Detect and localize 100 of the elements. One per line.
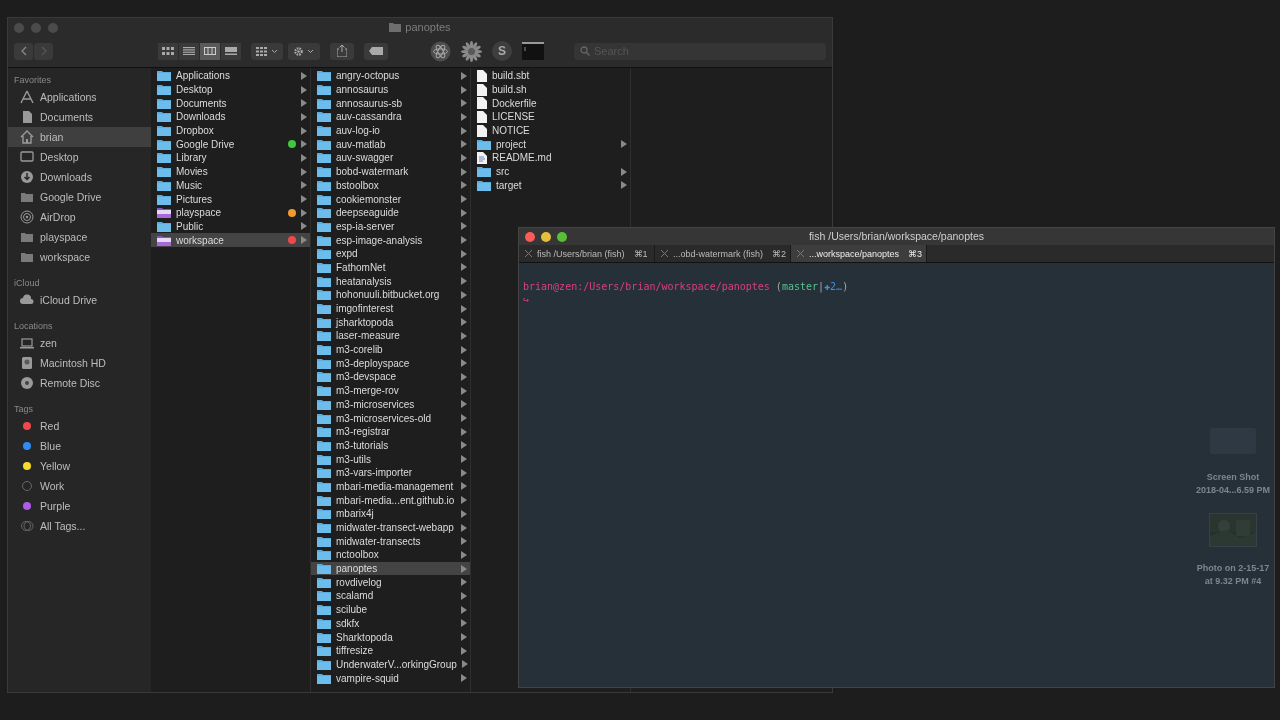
sidebar-item[interactable]: AirDrop (8, 207, 151, 227)
file-row[interactable]: m3-microservices-old (311, 411, 470, 425)
sunflower-icon[interactable] (461, 40, 482, 62)
file-row[interactable]: Pictures (151, 192, 310, 206)
file-row[interactable]: esp-image-analysis (311, 233, 470, 247)
file-row[interactable]: scilube (311, 602, 470, 617)
sidebar-item[interactable]: Yellow (8, 456, 151, 476)
file-row[interactable]: Documents (151, 96, 310, 111)
file-row[interactable]: project (471, 137, 630, 152)
file-row[interactable]: auv-swagger (311, 151, 470, 165)
file-row[interactable]: m3-corelib (311, 342, 470, 357)
file-row[interactable]: hohonuuli.bitbucket.org (311, 288, 470, 302)
file-row[interactable]: sdkfx (311, 616, 470, 631)
atom-icon[interactable] (430, 40, 451, 62)
app-icon[interactable]: S (492, 41, 512, 61)
share-button[interactable] (330, 42, 354, 60)
file-row[interactable]: laser-measure (311, 329, 470, 343)
file-row[interactable]: m3-microservices (311, 397, 470, 412)
file-row[interactable]: Desktop (151, 82, 310, 97)
view-mode-button[interactable] (179, 42, 199, 60)
file-row[interactable]: m3-registrar (311, 424, 470, 439)
close-icon[interactable] (661, 250, 668, 257)
file-row[interactable]: m3-tutorials (311, 438, 470, 453)
file-row[interactable]: imgofinterest (311, 301, 470, 316)
window-control-button[interactable] (557, 231, 567, 242)
file-row[interactable]: vampire-squid (311, 671, 470, 685)
file-row[interactable]: bobd-watermark (311, 164, 470, 179)
sidebar-item[interactable]: brian (8, 127, 151, 147)
file-row[interactable]: Library (151, 151, 310, 165)
sidebar-item[interactable]: Macintosh HD (8, 353, 151, 373)
file-row[interactable]: NOTICE (471, 123, 630, 138)
view-mode-button[interactable] (221, 42, 241, 60)
view-mode-button[interactable] (200, 42, 220, 60)
sidebar-item[interactable]: Blue (8, 436, 151, 456)
sidebar-item[interactable]: Downloads (8, 167, 151, 187)
file-row[interactable]: auv-matlab (311, 137, 470, 152)
file-row[interactable]: midwater-transect-webapp (311, 520, 470, 535)
back-button[interactable] (14, 42, 33, 60)
file-row[interactable]: esp-ia-server (311, 219, 470, 234)
file-row[interactable]: README.md (471, 151, 630, 165)
file-row[interactable]: expd (311, 246, 470, 261)
file-row[interactable]: target (471, 178, 630, 193)
file-row[interactable]: m3-devspace (311, 370, 470, 384)
file-row[interactable]: UnderwaterV...orkingGroup (311, 657, 470, 672)
sidebar-item[interactable]: Google Drive (8, 187, 151, 207)
file-row[interactable]: tiffresize (311, 643, 470, 658)
file-row[interactable]: Applications (151, 69, 310, 83)
sidebar-item[interactable]: zen (8, 333, 151, 353)
sidebar-item[interactable]: Applications (8, 87, 151, 107)
file-row[interactable]: playspace (151, 205, 310, 220)
sidebar-item[interactable]: workspace (8, 247, 151, 267)
file-row[interactable]: Sharktopoda (311, 630, 470, 644)
file-row[interactable]: LICENSE (471, 110, 630, 124)
file-row[interactable]: panoptes (311, 561, 470, 576)
file-row[interactable]: scalamd (311, 589, 470, 603)
sidebar-item[interactable]: Documents (8, 107, 151, 127)
file-row[interactable]: m3-merge-rov (311, 383, 470, 398)
file-row[interactable]: workspace (151, 233, 310, 247)
group-button[interactable] (251, 42, 283, 60)
file-row[interactable]: Google Drive (151, 137, 310, 152)
file-row[interactable]: nctoolbox (311, 548, 470, 562)
file-row[interactable]: build.sh (471, 82, 630, 97)
file-row[interactable]: jsharktopoda (311, 315, 470, 330)
terminal-tab[interactable]: ...workspace/panoptes ⌘3 (791, 245, 927, 262)
file-row[interactable]: heatanalysis (311, 274, 470, 288)
terminal-icon[interactable] (522, 42, 544, 60)
action-button[interactable] (288, 42, 320, 60)
sidebar-item[interactable]: playspace (8, 227, 151, 247)
file-row[interactable]: m3-deployspace (311, 356, 470, 371)
file-row[interactable]: Dropbox (151, 123, 310, 138)
file-row[interactable]: Movies (151, 164, 310, 179)
file-row[interactable]: FathomNet (311, 260, 470, 275)
file-row[interactable]: src (471, 164, 630, 179)
file-row[interactable]: bstoolbox (311, 178, 470, 193)
file-row[interactable]: m3-utils (311, 452, 470, 466)
file-row[interactable]: Downloads (151, 110, 310, 124)
file-row[interactable]: rovdivelog (311, 575, 470, 590)
file-row[interactable]: Dockerfile (471, 96, 630, 111)
file-row[interactable]: mbarix4j (311, 507, 470, 521)
file-row[interactable]: midwater-transects (311, 534, 470, 549)
file-row[interactable]: deepseaguide (311, 205, 470, 220)
file-row[interactable]: Public (151, 219, 310, 234)
file-row[interactable]: mbari-media-management (311, 479, 470, 494)
view-mode-button[interactable] (158, 42, 178, 60)
sidebar-item[interactable]: Remote Disc (8, 373, 151, 393)
file-row[interactable]: angry-octopus (311, 69, 470, 83)
sidebar-item[interactable]: Work (8, 476, 151, 496)
file-row[interactable]: Music (151, 178, 310, 193)
file-row[interactable]: m3-vars-importer (311, 465, 470, 480)
close-icon[interactable] (525, 250, 532, 257)
close-icon[interactable] (797, 250, 804, 257)
sidebar-item[interactable]: All Tags... (8, 516, 151, 536)
file-row[interactable]: annosaurus (311, 82, 470, 97)
file-row[interactable]: auv-cassandra (311, 110, 470, 124)
tag-button[interactable] (364, 42, 388, 60)
file-row[interactable]: cookiemonster (311, 192, 470, 206)
sidebar-item[interactable]: Purple (8, 496, 151, 516)
file-row[interactable]: annosaurus-sb (311, 96, 470, 111)
sidebar-item[interactable]: iCloud Drive (8, 290, 151, 310)
sidebar-item[interactable]: Red (8, 416, 151, 436)
